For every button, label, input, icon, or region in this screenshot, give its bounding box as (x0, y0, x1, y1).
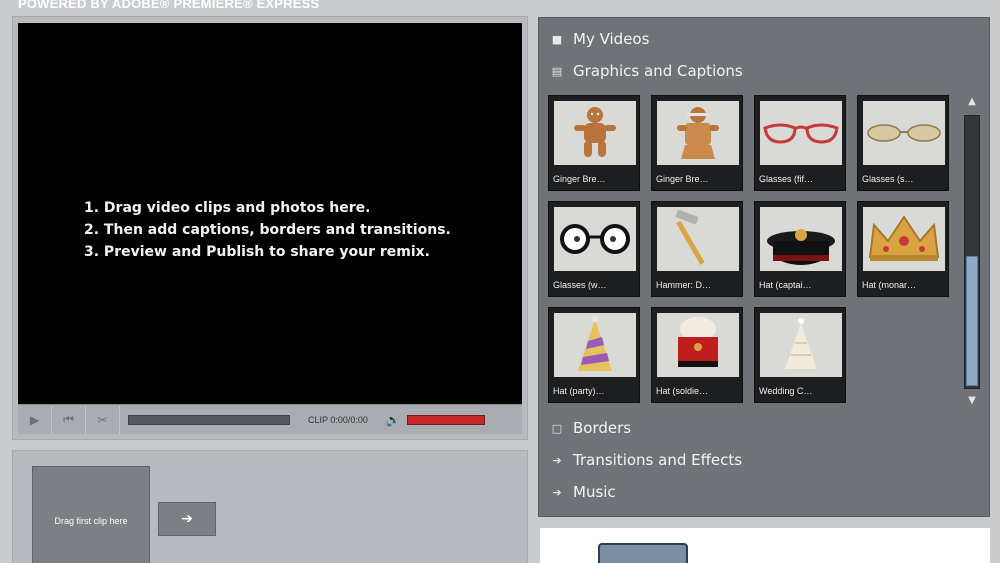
rewind-button[interactable]: ⏮ (52, 405, 86, 434)
split-button[interactable]: ✂ (86, 405, 120, 434)
soldier-hat-icon (657, 313, 739, 377)
graphic-tile[interactable]: Hat (monar… (857, 201, 949, 297)
volume-slider[interactable] (406, 414, 485, 425)
scissors-icon: ✂ (97, 412, 108, 427)
powered-by-label: POWERED BY ADOBE® PREMIERE® EXPRESS (18, 0, 320, 11)
graphic-tile[interactable]: Glasses (fif… (754, 95, 846, 191)
sunglasses-icon (863, 101, 945, 165)
graphic-caption: Glasses (s… (862, 174, 914, 184)
graphic-tile[interactable]: Ginger Bre… (651, 95, 743, 191)
glasses-icon (554, 207, 636, 271)
arrow-down-icon: ▼ (968, 395, 976, 406)
clip-time-readout: CLIP 0:00/0:00 (308, 414, 368, 425)
section-my-videos[interactable]: ■ My Videos (550, 30, 650, 48)
graphic-caption: Hammer: D… (656, 280, 712, 290)
graphic-caption: Glasses (fif… (759, 174, 814, 184)
scrollbar-thumb[interactable] (966, 256, 978, 386)
section-borders[interactable]: □ Borders (550, 419, 631, 437)
graphic-tile[interactable]: Hammer: D… (651, 201, 743, 297)
graphic-caption: Glasses (w… (553, 280, 607, 290)
graphic-caption: Wedding C… (759, 386, 813, 396)
arrow-right-icon: ➔ (181, 511, 193, 527)
section-label: Borders (573, 419, 632, 437)
gingerbread-icon (657, 101, 739, 165)
play-button[interactable]: ▶ (18, 405, 52, 434)
border-icon: □ (551, 421, 563, 435)
graphic-tile[interactable]: Hat (captai… (754, 201, 846, 297)
section-graphics-and-captions[interactable]: ▤ Graphics and Captions (550, 62, 743, 80)
scroll-down-button[interactable]: ▼ (966, 395, 978, 406)
player-controls: ▶ ⏮ ✂ CLIP 0:00/0:00 🔈 (18, 404, 522, 434)
graphic-caption: Ginger Bre… (656, 174, 709, 184)
arrow-icon: ➔ (552, 485, 562, 499)
graphic-tile[interactable]: Hat (soldie… (651, 307, 743, 403)
play-icon: ▶ (29, 412, 40, 427)
video-icon: ■ (551, 32, 563, 46)
graphics-grid: Ginger Bre… Ginger Bre… Glasses (fif… Gl… (548, 95, 958, 407)
graphic-caption: Hat (monar… (862, 280, 917, 290)
crown-icon (863, 207, 945, 271)
graphic-tile[interactable]: Hat (party)… (548, 307, 640, 403)
graphic-tile[interactable]: Glasses (s… (857, 95, 949, 191)
hammer-icon (657, 207, 739, 271)
captain-hat-icon (760, 207, 842, 271)
graphic-caption: Ginger Bre… (553, 174, 606, 184)
graphic-caption: Hat (party)… (553, 386, 605, 396)
graphics-icon: ▤ (551, 64, 563, 78)
graphic-tile[interactable]: Glasses (w… (548, 201, 640, 297)
gingerbread-icon (554, 101, 636, 165)
graphic-tile[interactable]: Wedding C… (754, 307, 846, 403)
arrow-up-icon: ▲ (968, 96, 976, 107)
camera-device-icon (598, 543, 688, 563)
section-label: Transitions and Effects (573, 451, 743, 469)
glasses-icon (760, 101, 842, 165)
transition-slot-button[interactable]: ➔ (158, 502, 216, 536)
volume-icon[interactable]: 🔈 (386, 413, 401, 427)
graphic-caption: Hat (soldie… (656, 386, 709, 396)
section-label: Graphics and Captions (573, 62, 743, 80)
section-label: My Videos (573, 30, 650, 48)
wedding-cake-icon (760, 313, 842, 377)
instruction-line: 2. Then add captions, borders and transi… (84, 222, 451, 238)
party-hat-icon (554, 313, 636, 377)
skip-back-icon: ⏮ (63, 412, 74, 426)
instruction-line: 1. Drag video clips and photos here. (84, 200, 371, 216)
section-music[interactable]: ➔ Music (550, 483, 616, 501)
scroll-up-button[interactable]: ▲ (966, 96, 978, 107)
graphic-caption: Hat (captai… (759, 280, 812, 290)
section-label: Music (573, 483, 616, 501)
instruction-line: 3. Preview and Publish to share your rem… (84, 244, 430, 260)
graphic-tile[interactable]: Ginger Bre… (548, 95, 640, 191)
arrow-icon: ➔ (552, 453, 562, 467)
drop-slot-label: Drag first clip here (54, 516, 128, 526)
instructions-list: 1. Drag video clips and photos here. 2. … (84, 197, 451, 263)
playback-scrubber[interactable] (128, 414, 290, 425)
section-transitions-and-effects[interactable]: ➔ Transitions and Effects (550, 451, 742, 469)
clip-drop-slot[interactable]: Drag first clip here (32, 466, 150, 563)
